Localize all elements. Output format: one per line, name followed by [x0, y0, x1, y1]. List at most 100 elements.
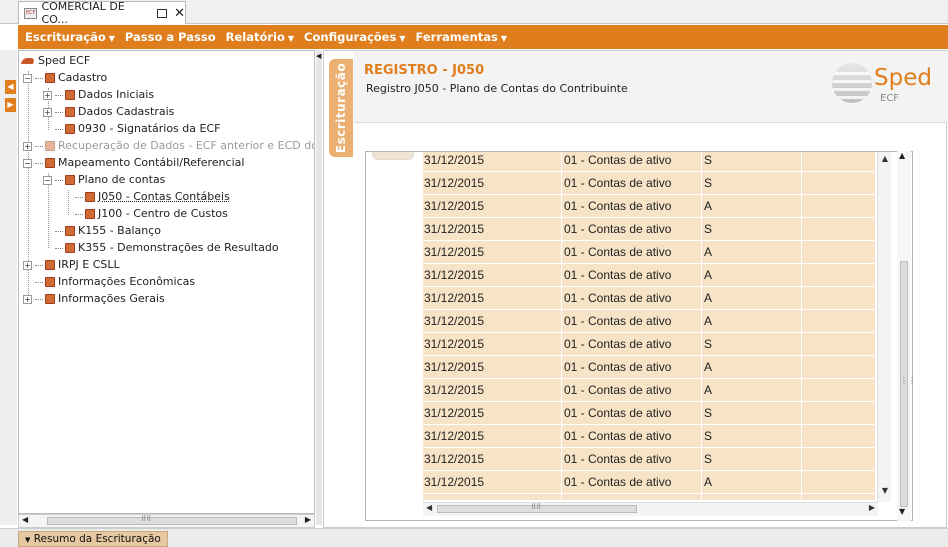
close-icon[interactable]: ✕: [174, 7, 185, 20]
panel-splitter[interactable]: ◀: [316, 50, 322, 525]
book-icon: [65, 107, 75, 117]
table-cell: 31/12/2015: [423, 379, 562, 401]
menu-label: Passo a Passo: [124, 30, 216, 44]
tree-node-recuperacao[interactable]: + Recuperação de Dados - ECF anterior e E…: [23, 137, 314, 154]
tree-node-j050[interactable]: J050 - Contas Contábeis: [75, 188, 230, 205]
table-cell: 31/12/2015: [423, 172, 562, 194]
table-cell: 01 - Contas de ativo: [563, 494, 702, 500]
collapse-icon[interactable]: −: [23, 158, 32, 168]
main-menubar: Escrituração ▼ Passo a Passo Relatório ▼ Conf…: [18, 25, 948, 49]
scroll-up-icon[interactable]: ▲: [899, 151, 905, 160]
collapse-left-icon[interactable]: ◀: [5, 80, 16, 94]
collapse-icon[interactable]: −: [43, 175, 52, 185]
table-row[interactable]: 31/12/201501 - Contas de ativoA: [423, 241, 876, 264]
table-row[interactable]: 31/12/2015 01 - Contas de ativo S: [423, 172, 876, 195]
expand-icon[interactable]: +: [43, 90, 52, 100]
tree-node-info-gerais[interactable]: + Informações Gerais: [23, 290, 165, 307]
collapse-icon[interactable]: −: [23, 73, 32, 83]
tree-node-dados-cadastrais[interactable]: + Dados Cadastrais: [43, 103, 174, 120]
menu-item[interactable]: Passo a Passo: [125, 30, 216, 44]
tree-node-info-economicas[interactable]: Informações Econômicas: [35, 273, 195, 290]
menu-item[interactable]: Escrituração ▼: [25, 30, 115, 44]
book-icon: [65, 124, 75, 134]
expand-icon[interactable]: +: [43, 107, 52, 117]
chevron-down-icon: ▼: [25, 536, 31, 544]
scroll-right-icon[interactable]: ▶: [869, 503, 875, 512]
grid-horizontal-scrollbar[interactable]: ◀ ⠿⠿ ▶: [423, 502, 878, 516]
splitter-arrow-icon[interactable]: ◀: [316, 52, 321, 60]
table-row[interactable]: 31/12/201501 - Contas de ativoA: [423, 264, 876, 287]
tree-node-plano-de-contas[interactable]: − Plano de contas: [43, 171, 165, 188]
scroll-up-icon[interactable]: ▲: [878, 154, 892, 166]
tree-node-cadastro[interactable]: − Cadastro: [23, 69, 107, 86]
chevron-down-icon: ▼: [399, 34, 406, 43]
tree-label: IRPJ E CSLL: [58, 258, 120, 271]
table-row[interactable]: 31/12/201501 - Contas de ativoA: [423, 287, 876, 310]
panel-vertical-scrollbar[interactable]: ▲ ⋮⋮ ▼: [897, 151, 916, 521]
book-icon: [45, 260, 55, 270]
table-row[interactable]: 31/12/2015 01 - Contas de ativo S: [423, 333, 876, 356]
table-row[interactable]: 31/12/2015 01 - Contas de ativo S: [423, 448, 876, 471]
resumo-label: Resumo da Escrituração: [33, 533, 161, 545]
book-icon: [65, 90, 75, 100]
chevron-down-icon: ▼: [108, 34, 115, 43]
tree-node-k355[interactable]: K355 - Demonstrações de Resultado: [55, 239, 279, 256]
table-row[interactable]: 31/12/2015 01 - Contas de ativo S: [423, 425, 876, 448]
tree-node-0930[interactable]: 0930 - Signatários da ECF: [55, 120, 220, 137]
scroll-left-icon[interactable]: ◀: [426, 503, 432, 512]
expand-right-icon[interactable]: ▶: [5, 98, 16, 112]
tree-node-mapeamento[interactable]: − Mapeamento Contábil/Referencial: [23, 154, 244, 171]
tree-root-sped-ecf[interactable]: Sped ECF: [20, 52, 90, 69]
table-cell: [803, 241, 876, 263]
tree-label: Mapeamento Contábil/Referencial: [58, 156, 245, 169]
tree-label: Dados Cadastrais: [78, 105, 175, 118]
globe-icon: [832, 63, 872, 103]
tree-horizontal-scrollbar[interactable]: ◀ ⠿⠿ ▶: [18, 514, 315, 528]
table-cell: 31/12/2015: [423, 287, 562, 309]
table-cell: S: [703, 333, 802, 355]
logo-subtext: ECF: [880, 93, 900, 104]
scroll-right-icon[interactable]: ▶: [305, 515, 311, 524]
scroll-down-icon[interactable]: ▼: [878, 486, 892, 498]
table-cell: 01 - Contas de ativo: [563, 310, 702, 332]
scroll-left-icon[interactable]: ◀: [22, 515, 28, 524]
table-row[interactable]: 31/12/201501 - Contas de ativoA: [423, 356, 876, 379]
tree-node-j100[interactable]: J100 - Centro de Custos: [75, 205, 228, 222]
scroll-down-icon[interactable]: ▼: [899, 507, 905, 516]
table-row[interactable]: 31/12/2015 01 - Contas de ativo S: [423, 402, 876, 425]
menu-item[interactable]: Configurações ▼: [304, 30, 405, 44]
grip-icon: ⋮⋮: [900, 376, 916, 385]
table-cell: 31/12/2015: [423, 356, 562, 378]
tree-node-k155[interactable]: K155 - Balanço: [55, 222, 161, 239]
book-icon: [45, 141, 55, 151]
expand-icon[interactable]: +: [23, 260, 32, 270]
table-row[interactable]: 31/12/201501 - Contas de ativoA: [423, 379, 876, 402]
window-tab[interactable]: ECF COMERCIAL DE CO... ✕: [18, 0, 186, 26]
grid-vertical-scrollbar[interactable]: ▲ ▼: [877, 152, 891, 502]
resumo-escrituracao-button[interactable]: ▼ Resumo da Escrituração: [18, 531, 168, 547]
menu-item[interactable]: Relatório ▼: [226, 30, 294, 44]
scroll-thumb[interactable]: [47, 517, 297, 525]
bottom-bar: ▼ Resumo da Escrituração: [0, 528, 948, 547]
window-tab-title: COMERCIAL DE CO...: [41, 0, 125, 26]
maximize-icon[interactable]: [157, 8, 168, 18]
table-cell: 01 - Contas de ativo: [563, 471, 702, 493]
expand-icon[interactable]: +: [23, 294, 32, 304]
table-row[interactable]: 31/12/2015 01 - Contas de ativo S: [423, 152, 876, 172]
table-row[interactable]: 31/12/201501 - Contas de ativoA: [423, 195, 876, 218]
table-cell: [803, 402, 876, 424]
table-row[interactable]: 31/12/201501 - Contas de ativoA: [423, 471, 876, 494]
table-cell: A: [703, 379, 802, 401]
tree-node-dados-iniciais[interactable]: + Dados Iniciais: [43, 86, 154, 103]
menu-item[interactable]: Ferramentas ▼: [415, 30, 507, 44]
table-row[interactable]: 31/12/2015 01 - Contas de ativo S: [423, 218, 876, 241]
table-cell: S: [703, 218, 802, 240]
ecf-app-icon: ECF: [24, 7, 38, 19]
table-cell: [803, 172, 876, 194]
table-row[interactable]: 31/12/201501 - Contas de ativoA: [423, 310, 876, 333]
table-row[interactable]: 31/12/201501 - Contas de ativoA: [423, 494, 876, 500]
register-code: REGISTRO - J050: [364, 63, 485, 78]
tree-node-irpj-csll[interactable]: + IRPJ E CSLL: [23, 256, 120, 273]
tab-escrituracao[interactable]: Escrituração: [329, 59, 353, 157]
expand-icon[interactable]: +: [23, 141, 32, 151]
